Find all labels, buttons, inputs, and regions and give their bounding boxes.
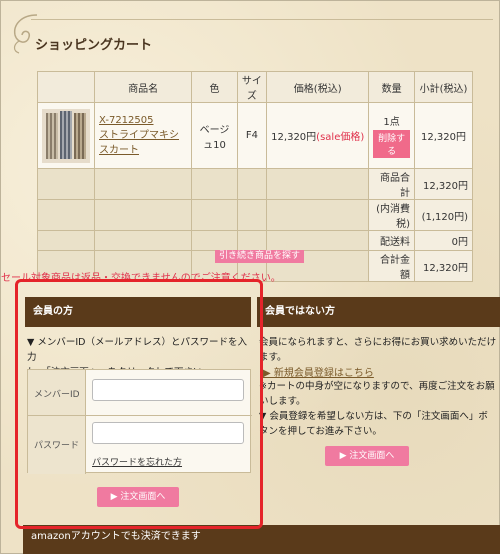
product-color: ベージュ10 <box>191 102 238 169</box>
summary-value: (1,120円) <box>413 199 474 231</box>
quantity-cell: 1点 削除する <box>368 102 415 169</box>
cart-header-row: 商品名 色 サイズ 価格(税込) 数量 小計(税込) <box>37 71 474 103</box>
product-price-cell: 12,320円(sale価格) <box>266 102 370 169</box>
guest-note: ※カートの中身が空になりますので、再度ご注文をお願 いします。 ▼ 会員登録を希… <box>259 381 495 437</box>
continue-shopping-button[interactable]: 引き続き商品を探す <box>215 250 305 263</box>
summary-value: 12,320円 <box>413 250 474 282</box>
product-subtotal: 12,320円 <box>413 102 474 169</box>
header-color: 色 <box>191 71 238 103</box>
title-rule <box>31 19 493 20</box>
header-price: 価格(税込) <box>266 71 370 103</box>
product-code-link[interactable]: X-7212505 <box>99 113 187 128</box>
product-thumbnail-cell <box>37 102 95 169</box>
sale-label: (sale価格) <box>316 132 365 143</box>
page-title: ショッピングカート <box>35 38 153 53</box>
quantity-value: 1点 <box>383 117 400 128</box>
summary-value: 0円 <box>413 230 474 251</box>
summary-label: 配送料 <box>368 230 415 251</box>
cart-item-row: X-7212505 ストライプマキシスカート ベージュ10 F4 12,320円… <box>37 102 474 169</box>
guest-heading: 会員ではない方 <box>257 297 500 327</box>
delete-button[interactable]: 削除する <box>373 130 410 158</box>
summary-label: 合計金額 <box>368 250 415 282</box>
header-quantity: 数量 <box>368 71 415 103</box>
product-size: F4 <box>236 102 268 169</box>
header-product: 商品名 <box>93 71 193 103</box>
guest-description: 会員になられますと、さらにお得にお買い求めいただけ ます。 <box>259 337 497 363</box>
highlight-frame <box>15 279 263 529</box>
header-size: サイズ <box>236 71 268 103</box>
summary-row: (内消費税) (1,120円) <box>37 199 474 231</box>
header-image <box>37 71 95 103</box>
product-thumbnail[interactable] <box>42 108 90 163</box>
page-background: ショッピングカート 商品名 色 サイズ 価格(税込) 数量 小計(税込) X-7… <box>0 0 500 554</box>
product-name-cell: X-7212505 ストライプマキシスカート <box>93 102 193 169</box>
guest-order-button[interactable]: ▶ 注文画面へ <box>325 446 409 466</box>
summary-label: (内消費税) <box>368 199 415 231</box>
summary-row: 配送料 0円 <box>37 230 474 251</box>
summary-row: 商品合計 12,320円 <box>37 168 474 200</box>
new-member-registration-link[interactable]: ▶ 新規会員登録はこちら <box>263 364 374 379</box>
summary-value: 12,320円 <box>413 168 474 200</box>
header-subtotal: 小計(税込) <box>413 71 474 103</box>
product-price: 12,320円 <box>271 132 317 143</box>
summary-label: 商品合計 <box>368 168 415 200</box>
amazon-pay-banner: amazonアカウントでも決済できます <box>23 525 500 554</box>
product-name-link[interactable]: ストライプマキシスカート <box>99 128 187 158</box>
